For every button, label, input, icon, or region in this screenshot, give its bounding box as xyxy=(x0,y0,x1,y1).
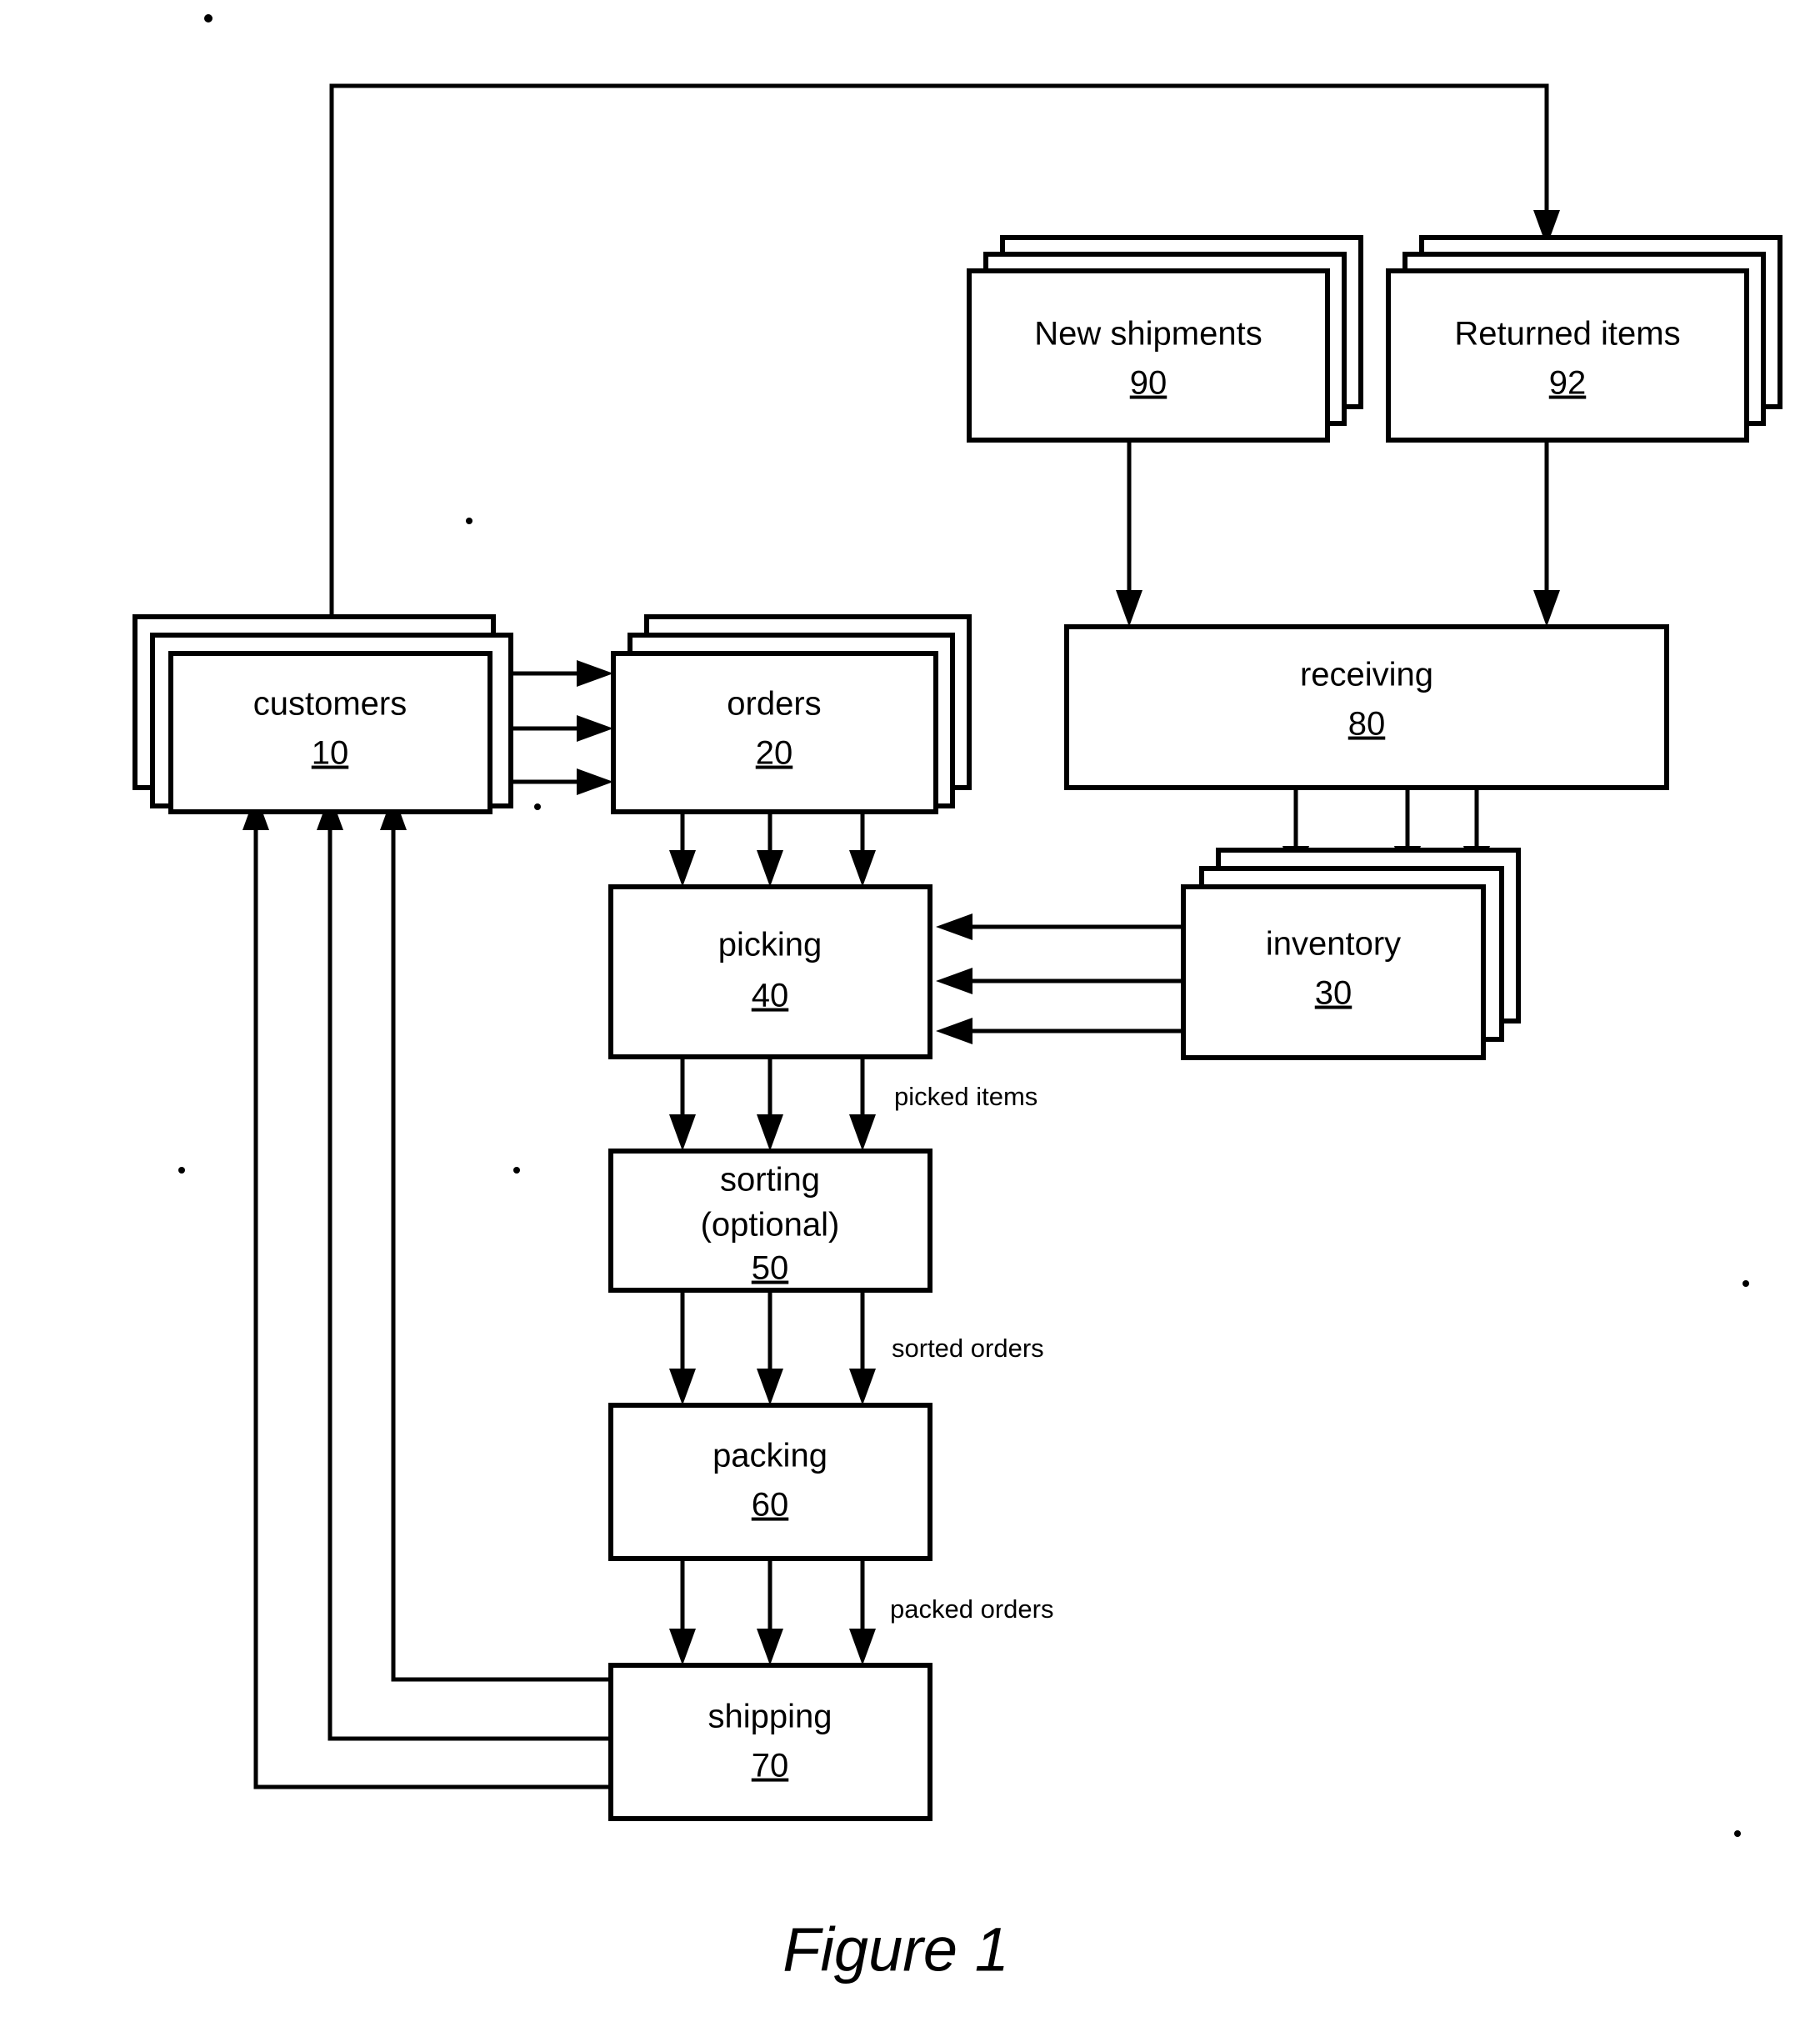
process-flow-diagram: New shipments 90 Returned items 92 custo… xyxy=(132,14,1782,1984)
orders-ref: 20 xyxy=(756,735,793,772)
edge-packing-to-shipping xyxy=(669,1559,876,1665)
node-orders[interactable]: orders 20 xyxy=(611,614,972,814)
inventory-box xyxy=(1181,884,1486,1060)
sorting-ref: 50 xyxy=(752,1250,789,1287)
sorting-optional-label: (optional) xyxy=(701,1207,840,1244)
arrowhead-down-picking-3 xyxy=(849,850,876,887)
scan-speck xyxy=(1742,1280,1749,1287)
edge-picking-to-sorting xyxy=(669,1057,876,1151)
picking-box xyxy=(608,884,932,1059)
shipping-ref: 70 xyxy=(752,1748,789,1784)
arrowhead-down-receiving-left xyxy=(1116,590,1142,627)
receiving-ref: 80 xyxy=(1348,706,1386,743)
node-new-shipments[interactable]: New shipments 90 xyxy=(967,235,1363,443)
arrowhead-right-orders-2 xyxy=(577,715,613,742)
arrowhead-down-shipping-2 xyxy=(757,1629,783,1665)
returned-items-label: Returned items xyxy=(1454,316,1680,353)
customers-box xyxy=(168,651,492,814)
packing-label: packing xyxy=(712,1438,828,1474)
shipping-box xyxy=(608,1663,932,1821)
node-shipping[interactable]: shipping 70 xyxy=(608,1663,932,1821)
edge-label-sorted-orders: sorted orders xyxy=(892,1334,1044,1363)
orders-label: orders xyxy=(727,686,821,723)
node-inventory[interactable]: inventory 30 xyxy=(1181,848,1521,1060)
arrowhead-down-picking-1 xyxy=(669,850,696,887)
edge-new-shipments-to-receiving xyxy=(1116,433,1142,627)
scan-speck xyxy=(1734,1830,1741,1837)
arrowhead-left-picking-3 xyxy=(936,1018,972,1044)
edge-sorting-to-packing xyxy=(669,1290,876,1405)
node-returned-items[interactable]: Returned items 92 xyxy=(1386,235,1782,443)
node-packing[interactable]: packing 60 xyxy=(608,1403,932,1561)
arrowhead-down-sorting-1 xyxy=(669,1114,696,1151)
edge-label-picked-items: picked items xyxy=(894,1082,1038,1111)
scan-speck xyxy=(178,1167,185,1174)
returned-items-box xyxy=(1386,268,1749,443)
packing-box xyxy=(608,1403,932,1561)
scan-speck xyxy=(466,518,472,524)
node-receiving[interactable]: receiving 80 xyxy=(1064,624,1669,790)
edge-shipping-to-customers xyxy=(242,793,611,1789)
new-shipments-box xyxy=(967,268,1330,443)
edge-inventory-to-picking xyxy=(936,913,1183,1044)
scan-speck xyxy=(534,803,541,810)
node-customers[interactable]: customers 10 xyxy=(132,614,513,814)
node-sorting[interactable]: sorting (optional) 50 xyxy=(608,1149,932,1293)
arrowhead-right-orders-3 xyxy=(577,768,613,795)
sorting-label: sorting xyxy=(720,1162,820,1199)
arrowhead-down-shipping-3 xyxy=(849,1629,876,1665)
arrowhead-right-orders-1 xyxy=(577,660,613,687)
arrowhead-left-picking-2 xyxy=(936,968,972,994)
arrowhead-down-sorting-2 xyxy=(757,1114,783,1151)
edge-label-packed-orders: packed orders xyxy=(890,1594,1053,1624)
customers-label: customers xyxy=(253,686,408,723)
patent-figure-page: New shipments 90 Returned items 92 custo… xyxy=(0,0,1820,2042)
arrowhead-down-picking-2 xyxy=(757,850,783,887)
inventory-ref: 30 xyxy=(1315,975,1352,1012)
arrowhead-down-packing-2 xyxy=(757,1369,783,1405)
arrowhead-left-picking-1 xyxy=(936,913,972,940)
receiving-label: receiving xyxy=(1300,657,1433,693)
arrowhead-down-packing-1 xyxy=(669,1369,696,1405)
arrowhead-down-receiving-right xyxy=(1533,590,1560,627)
edge-returned-items-to-receiving xyxy=(1533,433,1560,627)
figure-caption: Figure 1 xyxy=(782,1915,1008,1984)
picking-ref: 40 xyxy=(752,978,789,1014)
returned-items-ref: 92 xyxy=(1549,365,1587,402)
arrowhead-down-shipping-1 xyxy=(669,1629,696,1665)
new-shipments-ref: 90 xyxy=(1130,365,1168,402)
customers-ref: 10 xyxy=(312,735,349,772)
new-shipments-label: New shipments xyxy=(1034,316,1262,353)
orders-box xyxy=(611,651,938,814)
node-picking[interactable]: picking 40 xyxy=(608,884,932,1059)
arrowhead-down-packing-3 xyxy=(849,1369,876,1405)
picking-label: picking xyxy=(718,927,822,963)
scan-speck xyxy=(513,1167,520,1174)
edge-customers-to-returned-items xyxy=(329,83,1560,658)
scan-speck xyxy=(204,14,212,23)
packing-ref: 60 xyxy=(752,1487,789,1524)
inventory-label: inventory xyxy=(1266,926,1401,963)
shipping-label: shipping xyxy=(708,1699,832,1735)
arrowhead-down-sorting-3 xyxy=(849,1114,876,1151)
